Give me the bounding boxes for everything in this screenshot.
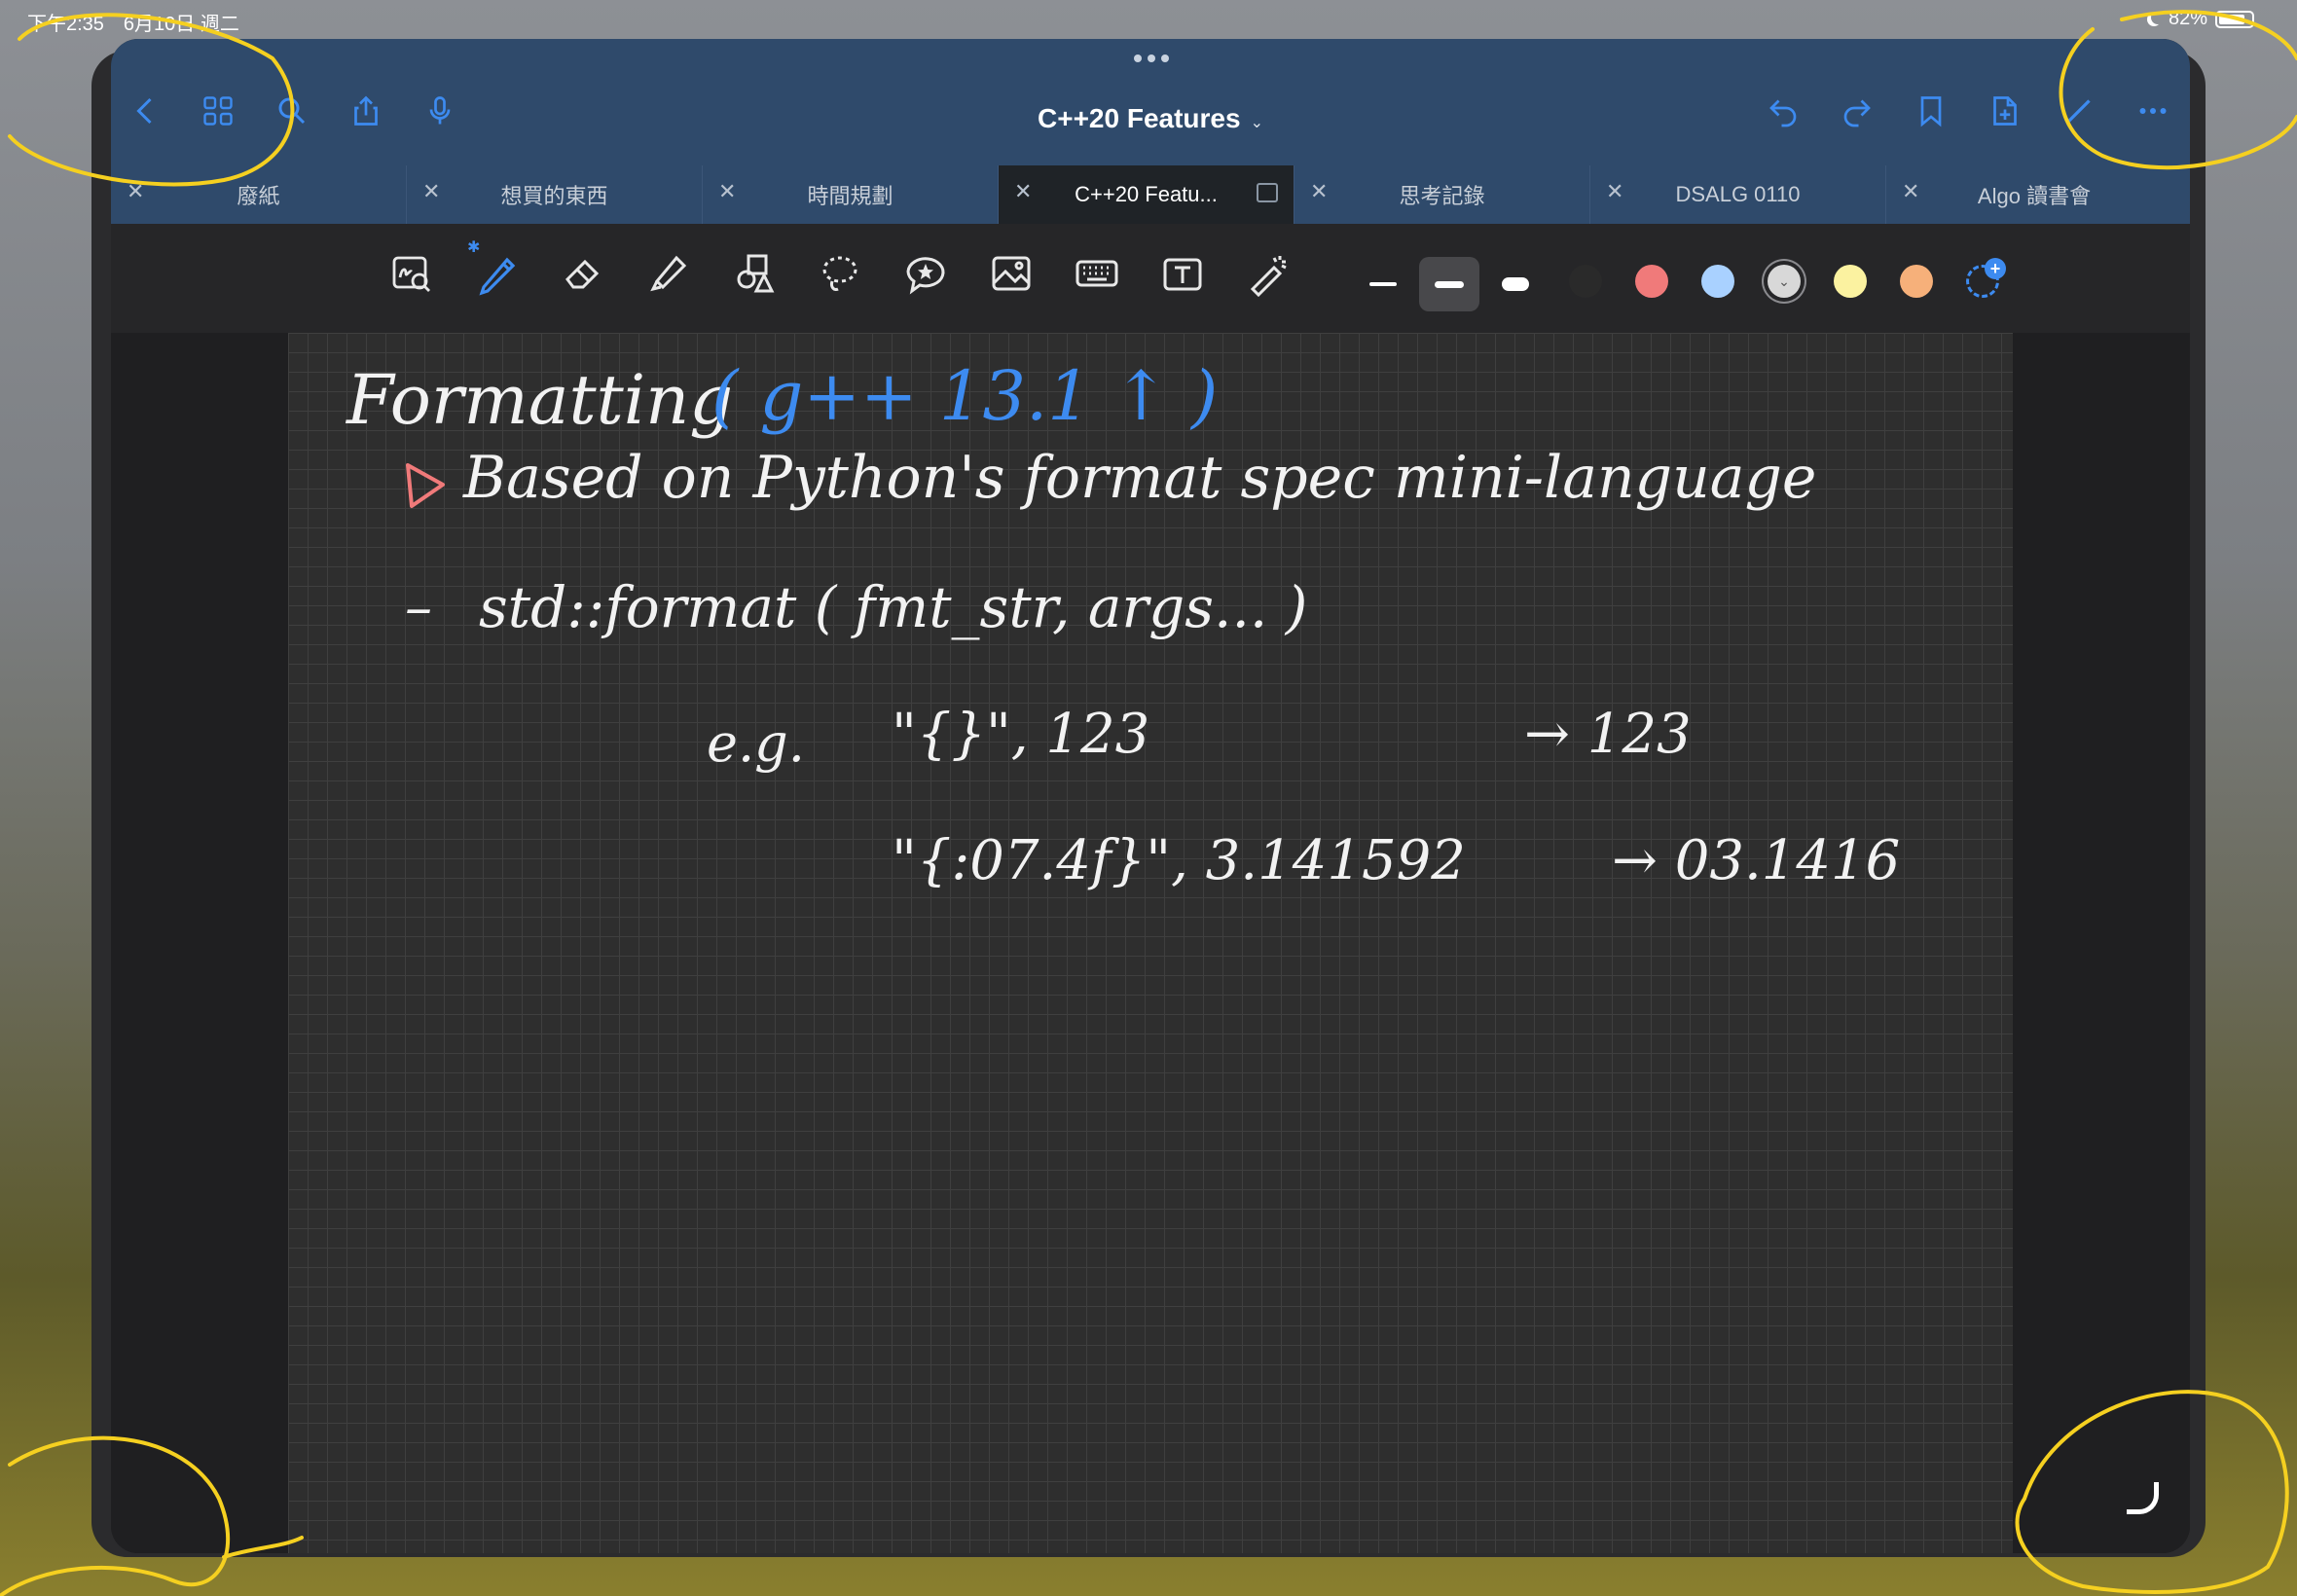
- redo-button[interactable]: [1836, 90, 1878, 132]
- lasso-icon: [822, 256, 857, 291]
- eraser-tool[interactable]: [555, 245, 611, 302]
- example1-args: "{}", 123: [892, 703, 1150, 766]
- close-icon[interactable]: ✕: [127, 179, 144, 204]
- highlighter-tool[interactable]: [640, 245, 697, 302]
- tab-6[interactable]: ✕ Algo 讀書會: [1886, 165, 2182, 224]
- battery-percent: 82%: [2168, 8, 2207, 29]
- color-swatch[interactable]: [1635, 265, 1668, 298]
- close-icon[interactable]: ✕: [1606, 179, 1623, 204]
- split-view-icon[interactable]: [1257, 183, 1278, 202]
- status-bar: 下午2:35 6月10日 週二 82%: [0, 0, 2297, 39]
- plus-icon: +: [1985, 258, 2006, 279]
- tab-3-active[interactable]: ✕ C++20 Featu...: [999, 165, 1294, 224]
- image-icon: [992, 256, 1031, 291]
- dash-marker: –: [405, 576, 432, 639]
- battery-fill: [2219, 14, 2245, 24]
- shapes-tool[interactable]: [726, 245, 783, 302]
- stroke-medium[interactable]: [1419, 257, 1479, 311]
- color-swatch[interactable]: [1900, 265, 1933, 298]
- multitasking-handle[interactable]: [1134, 54, 1169, 62]
- tab-label: 想買的東西: [500, 184, 608, 208]
- tab-bar: ✕ 廢紙 ✕ 想買的東西 ✕ 時間規劃 ✕ C++20 Featu... ✕ 思考記錄 ✕…: [111, 165, 2190, 224]
- text-tool[interactable]: [1154, 245, 1211, 302]
- text-icon: [1163, 258, 1202, 291]
- notebook-page[interactable]: Formatting ( g++ 13.1 ↑ ) Based on Pytho…: [288, 333, 2013, 1553]
- highlighter-icon: [650, 255, 687, 292]
- tab-label: 思考記錄: [1399, 184, 1485, 208]
- close-icon[interactable]: ✕: [1902, 179, 1919, 204]
- add-color-button[interactable]: +: [1966, 258, 2006, 298]
- color-swatch[interactable]: [1834, 265, 1867, 298]
- more-icon: [2139, 108, 2167, 114]
- canvas-area: Formatting ( g++ 13.1 ↑ ) Based on Pytho…: [111, 333, 2190, 1553]
- status-time-date: 下午2:35 6月10日 週二: [27, 14, 239, 35]
- zoom-window-tool[interactable]: [383, 245, 440, 302]
- eg-label: e.g.: [707, 712, 805, 774]
- laser-pointer-icon: [1250, 256, 1287, 297]
- close-icon[interactable]: ✕: [1310, 179, 1328, 204]
- close-icon[interactable]: ✕: [1014, 179, 1032, 204]
- eraser-icon: [565, 259, 600, 289]
- undo-button[interactable]: [1762, 90, 1805, 132]
- example2-result: → 03.1416: [1612, 829, 1901, 892]
- sticker-icon: [906, 257, 945, 295]
- bookmark-button[interactable]: [1910, 90, 1952, 132]
- tab-label: C++20 Featu...: [1075, 182, 1218, 206]
- tab-1[interactable]: ✕ 想買的東西: [407, 165, 703, 224]
- status-right: 82%: [2147, 8, 2254, 30]
- battery-icon: [2215, 10, 2254, 28]
- sticker-tool[interactable]: [897, 245, 954, 302]
- selected-check-icon: ⌄: [1778, 272, 1790, 289]
- tab-label: Algo 讀書會: [1977, 184, 2092, 208]
- laser-pointer-tool[interactable]: [1240, 245, 1296, 302]
- stroke-thick[interactable]: [1485, 257, 1546, 311]
- tab-label: 廢紙: [237, 184, 280, 208]
- lasso-tool[interactable]: [812, 245, 868, 302]
- resize-handle[interactable]: [2127, 1482, 2159, 1514]
- app-window: C++20 Features ⌄ ✕ 廢紙 ✕ 想買的東西 ✕ 時間規劃 ✕ C++20 …: [111, 39, 2190, 1553]
- document-title: C++20 Features: [1038, 103, 1241, 133]
- add-page-button[interactable]: [1984, 90, 2026, 132]
- example2-args: "{:07.4f}", 3.141592: [892, 829, 1466, 892]
- keyboard-tool[interactable]: [1069, 245, 1125, 302]
- close-icon[interactable]: ✕: [718, 179, 736, 204]
- shapes-icon: [737, 254, 775, 293]
- zoom-window-icon: [392, 256, 430, 292]
- note-heading-version: ( g++ 13.1 ↑ ): [711, 356, 1219, 436]
- color-swatch[interactable]: ⌄: [1768, 265, 1801, 298]
- tab-4[interactable]: ✕ 思考記錄: [1294, 165, 1590, 224]
- close-icon[interactable]: ✕: [422, 179, 440, 204]
- pen-mode-button[interactable]: [2058, 90, 2100, 132]
- add-page-icon: [1993, 96, 2017, 126]
- tab-0[interactable]: ✕ 廢紙: [111, 165, 407, 224]
- redo-icon: [1843, 99, 1871, 127]
- note-heading: Formatting: [346, 360, 733, 440]
- color-swatch[interactable]: [1701, 265, 1734, 298]
- pen-tool[interactable]: [469, 245, 526, 302]
- triangle-bullet-icon: [406, 463, 445, 508]
- tab-2[interactable]: ✕ 時間規劃: [703, 165, 999, 224]
- drawing-toolbar: ✱ ⌄ +: [111, 224, 2190, 333]
- tab-5[interactable]: ✕ DSALG 0110: [1590, 165, 1886, 224]
- tab-label: 時間規劃: [807, 184, 893, 208]
- top-bar: C++20 Features ⌄: [111, 39, 2190, 165]
- pen-icon: [479, 257, 516, 296]
- keyboard-icon: [1076, 260, 1118, 287]
- more-button[interactable]: [2132, 90, 2174, 132]
- image-tool[interactable]: [983, 245, 1039, 302]
- format-signature: std::format ( fmt_str, args... ): [479, 574, 1308, 640]
- moon-icon: [2151, 11, 2165, 24]
- bullet-text: Based on Python's format spec mini-langu…: [463, 444, 1817, 512]
- color-swatch[interactable]: [1569, 265, 1602, 298]
- pencil-icon: [2067, 99, 2091, 123]
- bookmark-icon: [1920, 96, 1942, 127]
- undo-icon: [1769, 99, 1797, 127]
- stroke-thin[interactable]: [1353, 257, 1413, 311]
- example1-result: → 123: [1524, 703, 1692, 766]
- tab-label: DSALG 0110: [1675, 182, 1801, 206]
- chevron-down-icon: ⌄: [1250, 115, 1263, 131]
